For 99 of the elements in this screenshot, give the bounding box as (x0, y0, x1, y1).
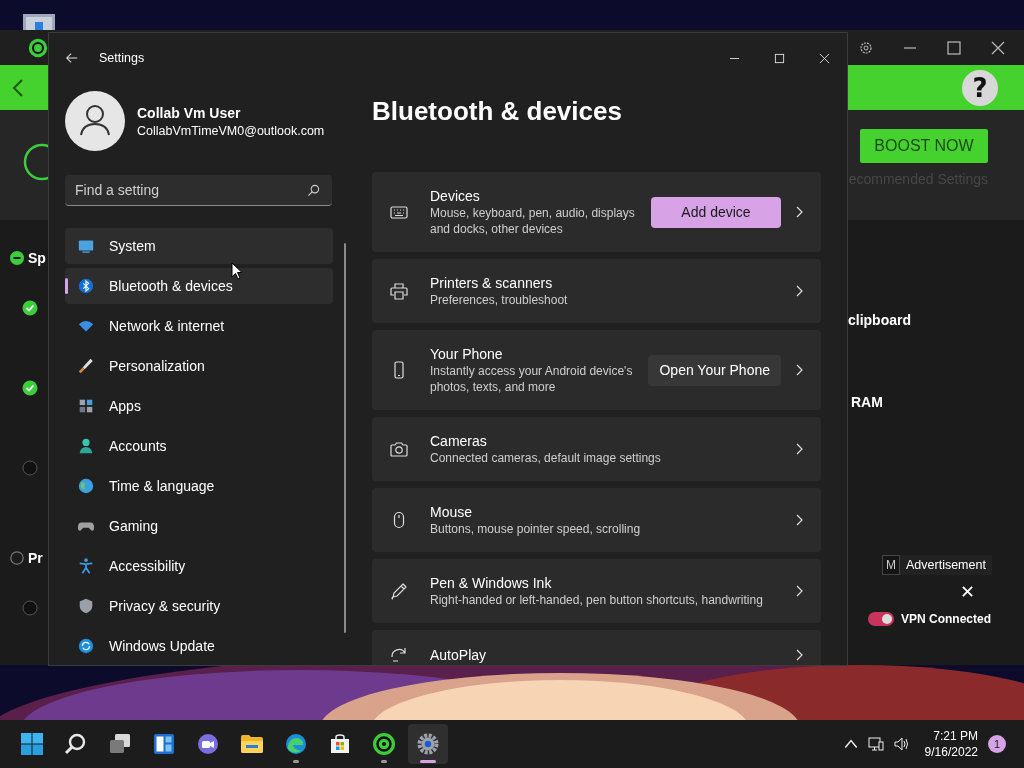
nav-item[interactable]: Windows Update (65, 628, 333, 664)
chevron-icon (795, 206, 803, 218)
minus-icon[interactable] (10, 251, 24, 265)
vpn-status: VPN Connected (901, 612, 991, 626)
search-icon (64, 732, 88, 756)
printer-icon (389, 281, 409, 301)
brush-icon (77, 357, 95, 375)
notification-badge[interactable]: 1 (988, 735, 1006, 753)
help-button[interactable]: ? (962, 69, 998, 106)
settings-card[interactable]: AutoPlay (372, 630, 821, 665)
nav-item[interactable]: System (65, 228, 333, 264)
video-chat-icon (196, 732, 220, 756)
bluetooth-icon (77, 277, 95, 295)
card-title: AutoPlay (430, 646, 488, 664)
widgets-icon (152, 732, 176, 756)
add-device-button[interactable]: Add device (651, 196, 781, 228)
clock-time[interactable]: 7:21 PM (933, 728, 978, 744)
section-title: Pr (28, 550, 43, 566)
radio-icon[interactable] (22, 600, 38, 616)
section-title: Sp (28, 250, 46, 266)
card-title: Devices (430, 187, 481, 205)
chevron-icon (795, 649, 803, 661)
maximize-icon[interactable] (946, 39, 962, 56)
search-field[interactable]: Find a setting (65, 175, 332, 206)
nav-item[interactable]: Accounts (65, 428, 333, 464)
taskbar-button[interactable] (408, 724, 448, 764)
card-description: Instantly access your Android device's photos, texts, and more (430, 363, 634, 395)
settings-card[interactable]: Your Phone Instantly access your Android device's photos, texts, and more Open Your Phone (372, 330, 821, 410)
card-title: Cameras (430, 432, 488, 450)
settings-card[interactable]: Mouse Buttons, mouse pointer speed, scrolling (372, 488, 821, 552)
refresh-icon (77, 637, 95, 655)
folder-icon (240, 732, 264, 756)
radio-icon[interactable] (10, 551, 24, 565)
chevron-icon (795, 443, 803, 455)
feature-label: clipboard (848, 311, 911, 330)
chevron-icon (795, 364, 803, 376)
circle-arrow-icon (389, 645, 409, 665)
search-icon[interactable] (307, 184, 320, 197)
page-heading: Bluetooth & devices (372, 96, 623, 126)
card-description: Preferences, troubleshoot (430, 292, 569, 308)
chevron-icon (795, 514, 803, 526)
scrollbar[interactable] (344, 243, 346, 633)
ring-logo-icon (372, 732, 396, 756)
window-title: Settings (99, 51, 145, 65)
radio-icon[interactable] (22, 460, 38, 476)
user-email: CollabVmTimeVM0@outlook.com (137, 123, 325, 138)
feature-label: RAM (850, 393, 883, 412)
settings-card[interactable]: Pen & Windows Ink Right-handed or left-handed, pen button shortcuts, handwriting (372, 559, 821, 623)
check-icon[interactable] (22, 380, 38, 396)
gear-icon (416, 732, 440, 756)
ad-label: Advertisement (900, 555, 992, 575)
volume-icon[interactable] (892, 736, 909, 752)
browser-icon (284, 732, 308, 756)
settings-icon[interactable] (858, 39, 874, 56)
person-icon (77, 437, 95, 455)
accessibility-icon (77, 557, 95, 575)
nav-item[interactable]: Network & internet (65, 308, 333, 344)
task-view-icon (108, 732, 132, 756)
nav-item[interactable]: Time & language (65, 468, 333, 504)
nav-item[interactable]: Apps (65, 388, 333, 424)
back-icon[interactable] (65, 51, 79, 65)
shopping-bag-icon (328, 732, 352, 756)
close-icon[interactable] (990, 39, 1006, 56)
camera-icon (389, 439, 409, 459)
apps-icon (77, 397, 95, 415)
open-button[interactable]: Open Your Phone (648, 354, 781, 386)
shield-icon (77, 597, 95, 615)
card-title: Printers & scanners (430, 274, 554, 292)
back-icon[interactable] (12, 77, 24, 98)
clock-date[interactable]: 9/16/2022 (924, 744, 978, 760)
card-title: Your Phone (430, 345, 504, 363)
chevron-icon (795, 285, 803, 297)
settings-card[interactable]: Cameras Connected cameras, default image settings (372, 417, 821, 481)
vpn-toggle[interactable] (868, 612, 894, 626)
cursor-icon (231, 262, 243, 280)
nav-item[interactable]: Bluetooth & devices (65, 268, 333, 304)
network-icon[interactable] (867, 736, 884, 752)
avatar[interactable] (65, 91, 125, 151)
nav-item[interactable]: Accessibility (65, 548, 333, 584)
card-description: Mouse, keyboard, pen, audio, displays and docks, other devices (430, 205, 636, 237)
boost-button[interactable]: BOOST NOW (860, 129, 988, 163)
card-title: Pen & Windows Ink (430, 574, 553, 592)
windows-logo-icon (20, 732, 44, 756)
card-description: Buttons, mouse pointer speed, scrolling (430, 521, 642, 537)
nav-item[interactable]: Privacy & security (65, 588, 333, 624)
ad-button[interactable]: M (882, 555, 900, 575)
card-title: Mouse (430, 503, 474, 521)
settings-card[interactable]: Printers & scanners Preferences, troubleshoot (372, 259, 821, 323)
app-logo-icon (28, 37, 48, 58)
nav-item[interactable]: Gaming (65, 508, 333, 544)
pen-icon (389, 581, 409, 601)
settings-card[interactable]: Devices Mouse, keyboard, pen, audio, displays and docks, other devices Add device (372, 172, 821, 252)
chevron-icon (795, 585, 803, 597)
nav-item[interactable]: Personalization (65, 348, 333, 384)
card-description: Connected cameras, default image settings (430, 450, 662, 466)
card-description: Right-handed or left-handed, pen button shortcuts, handwriting (430, 592, 764, 608)
user-name: Collab Vm User (137, 104, 242, 121)
globe-icon (77, 477, 95, 495)
check-icon[interactable] (22, 300, 38, 316)
